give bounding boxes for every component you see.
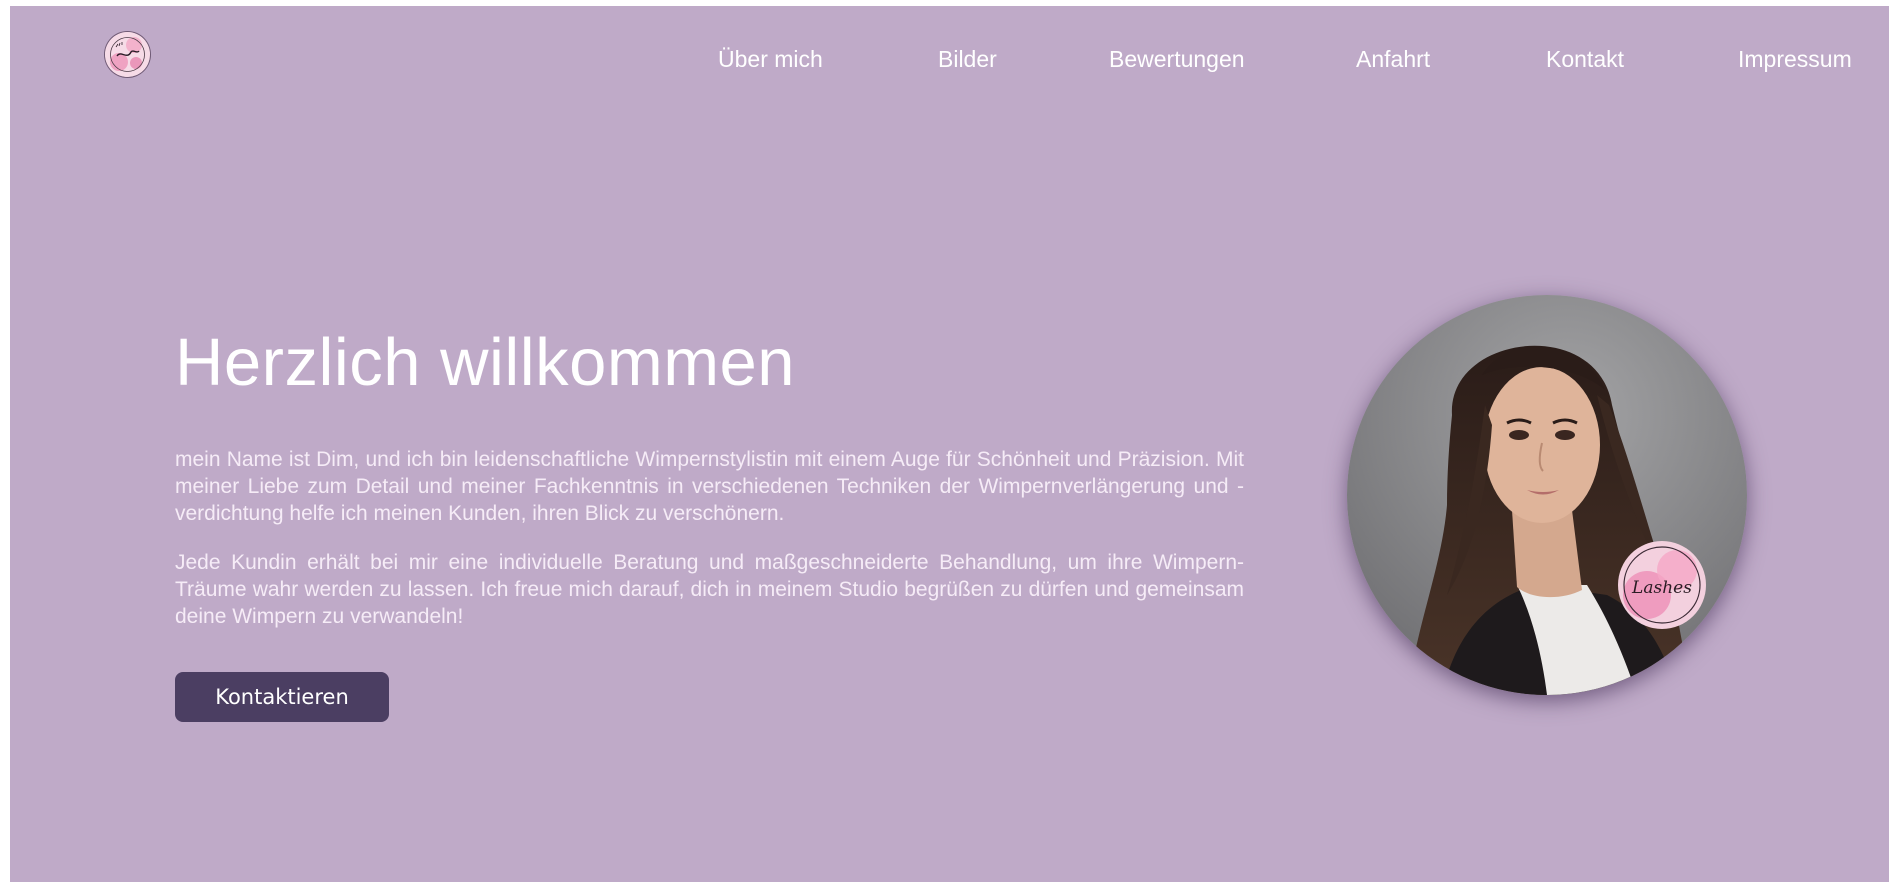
page: Über mich Bilder Bewertungen Anfahrt Kon… [10, 6, 1889, 882]
site-header: Über mich Bilder Bewertungen Anfahrt Kon… [10, 6, 1889, 106]
contact-button[interactable]: Kontaktieren [175, 672, 389, 722]
hero-paragraph: Jede Kundin erhält bei mir eine individu… [175, 551, 1244, 628]
portrait-image: Lashes [1347, 295, 1747, 695]
nav-link-anfahrt[interactable]: Anfahrt [1356, 44, 1430, 74]
portrait-badge-text: Lashes [1631, 578, 1692, 598]
hero-intro: mein Name ist Dim, und ich bin leidensch… [175, 446, 1244, 652]
nav-link-ueber-mich[interactable]: Über mich [718, 44, 823, 74]
nav-link-kontakt[interactable]: Kontakt [1546, 44, 1624, 74]
nav-link-bewertungen[interactable]: Bewertungen [1109, 44, 1245, 74]
hero-title: Herzlich willkommen [175, 325, 796, 400]
nav-link-bilder[interactable]: Bilder [938, 44, 997, 74]
hero-paragraph: mein Name ist Dim, und ich bin leidensch… [175, 448, 1244, 525]
main-nav: Über mich Bilder Bewertungen Anfahrt Kon… [10, 44, 1889, 74]
nav-link-impressum[interactable]: Impressum [1738, 44, 1852, 74]
